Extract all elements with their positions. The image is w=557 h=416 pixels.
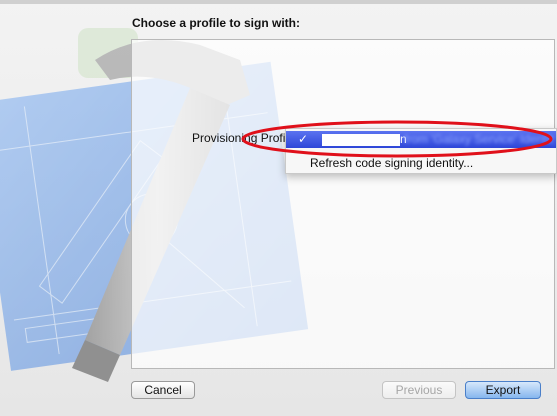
content-panel bbox=[131, 39, 555, 369]
menu-item-selected-blurred-text: from 'Galaxy Service' Identity bbox=[404, 132, 554, 146]
menu-item-refresh-identity[interactable]: Refresh code signing identity... bbox=[310, 156, 473, 170]
menu-item-selected-profile[interactable]: ✓ n from 'Galaxy Service' Identity bbox=[286, 131, 556, 148]
provisioning-profile-label: Provisioning Profile bbox=[192, 131, 295, 145]
redaction-bar bbox=[322, 134, 400, 146]
provisioning-profile-menu[interactable]: ✓ n from 'Galaxy Service' Identity Refre… bbox=[285, 128, 557, 174]
export-button[interactable]: Export bbox=[465, 381, 541, 399]
checkmark-icon: ✓ bbox=[298, 132, 309, 146]
dialog-heading: Choose a profile to sign with: bbox=[132, 16, 300, 30]
cancel-button[interactable]: Cancel bbox=[131, 381, 195, 399]
export-signing-sheet: Choose a profile to sign with: Provision… bbox=[0, 0, 557, 416]
previous-button[interactable]: Previous bbox=[382, 381, 456, 399]
